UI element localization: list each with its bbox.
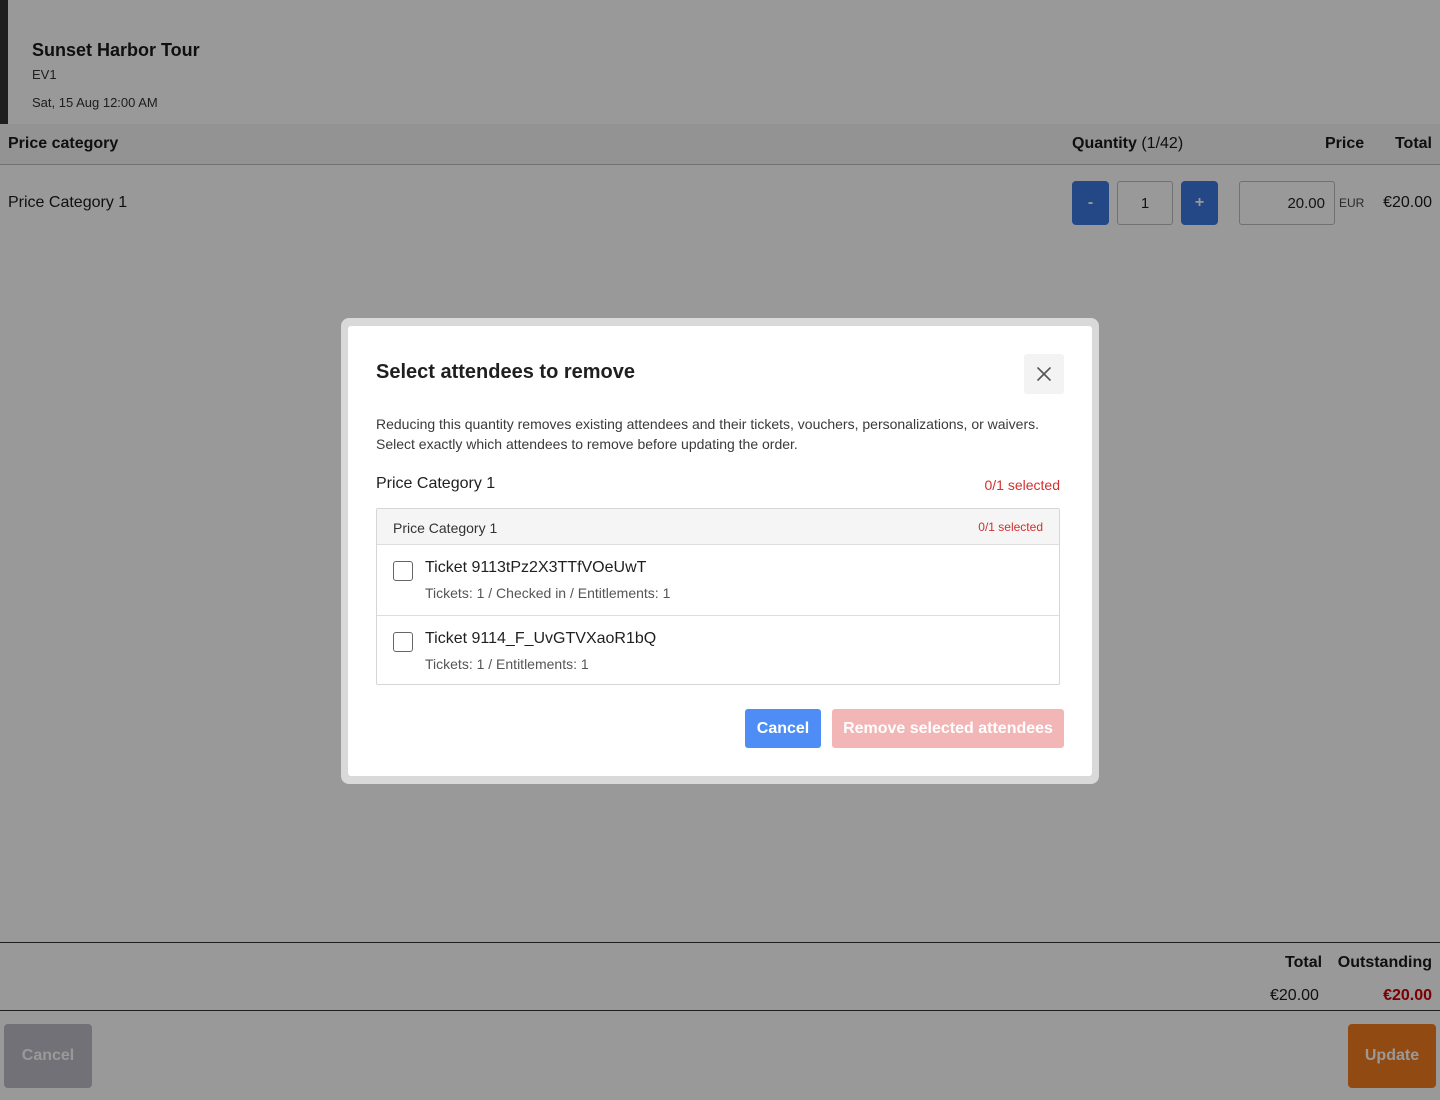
dialog-description-line-1: Reducing this quantity removes existing … xyxy=(376,416,1040,432)
attendee-name: Ticket 9113tPz2X3TTfVOeUwT xyxy=(425,559,647,576)
section-label: Price Category 1 xyxy=(376,475,496,492)
dialog-description: Reducing this quantity removes existing … xyxy=(376,414,1066,454)
close-icon xyxy=(1037,367,1051,381)
attendee-checkbox[interactable] xyxy=(393,632,413,652)
dialog-close-button[interactable] xyxy=(1024,354,1064,394)
dialog-title: Select attendees to remove xyxy=(376,361,635,383)
attendee-list-header: Price Category 1 0/1 selected xyxy=(377,509,1059,545)
attendee-list-header-label: Price Category 1 xyxy=(393,520,498,536)
attendee-meta: Tickets: 1 / Checked in / Entitlements: … xyxy=(425,585,671,601)
remove-attendees-dialog: Select attendees to remove Reducing this… xyxy=(348,326,1092,776)
attendee-name: Ticket 9114_F_UvGTVXaoR1bQ xyxy=(425,630,657,647)
attendee-list-header-count: 0/1 selected xyxy=(978,520,1043,534)
section-selected-count: 0/1 selected xyxy=(984,477,1061,493)
attendee-meta: Tickets: 1 / Entitlements: 1 xyxy=(425,656,589,672)
dialog-description-line-2: Select exactly which attendees to remove… xyxy=(376,436,798,452)
remove-selected-attendees-button[interactable]: Remove selected attendees xyxy=(832,709,1064,748)
attendee-list: Price Category 1 0/1 selected Ticket 911… xyxy=(376,508,1060,685)
attendee-row[interactable]: Ticket 9113tPz2X3TTfVOeUwT Tickets: 1 / … xyxy=(377,545,1059,615)
attendee-checkbox[interactable] xyxy=(393,561,413,581)
dialog-cancel-button[interactable]: Cancel xyxy=(745,709,821,748)
attendee-row[interactable]: Ticket 9114_F_UvGTVXaoR1bQ Tickets: 1 / … xyxy=(377,615,1059,685)
